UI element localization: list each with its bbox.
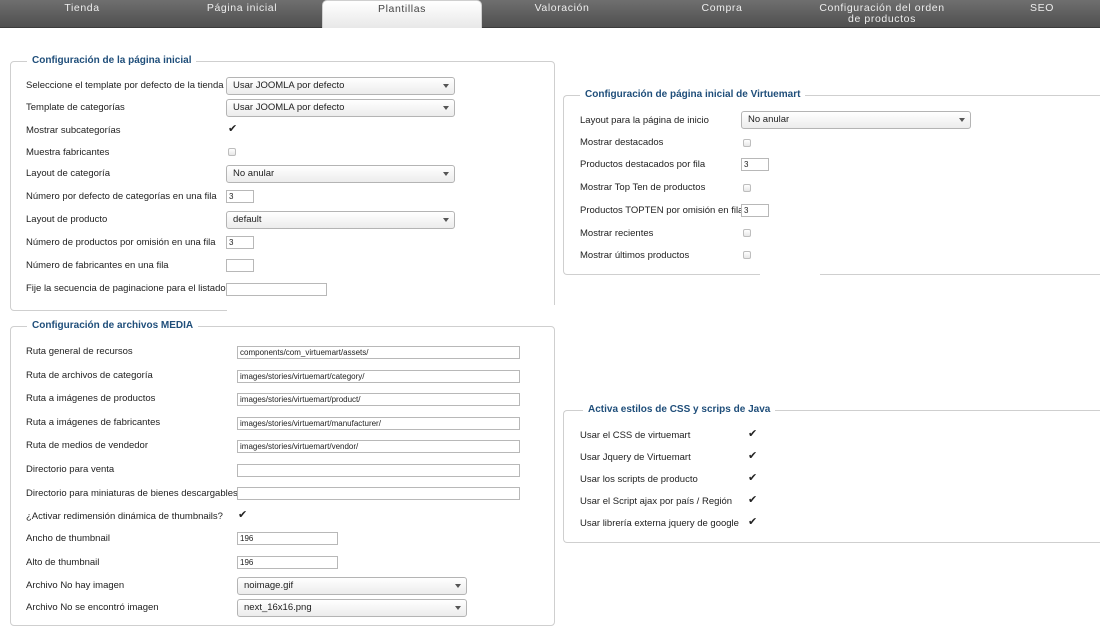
show-subcategories-checkbox[interactable]: ✔ <box>228 123 238 135</box>
label-thumb-width: Ancho de thumbnail <box>26 533 110 544</box>
label-pagination-sequence: Fije la secuencia de paginacione para el… <box>26 283 226 294</box>
legend-virtuemart-home: Configuración de página inicial de Virtu… <box>580 89 806 100</box>
legend-css-js: Activa estilos de CSS y scrips de Java <box>583 404 776 415</box>
use-ajax-country-checkbox[interactable]: ✔ <box>748 494 758 506</box>
label-home-layout: Layout para la página de inicio <box>580 115 709 126</box>
label-category-template: Template de categorías <box>26 102 125 113</box>
use-vm-jquery-checkbox[interactable]: ✔ <box>748 450 758 462</box>
label-categories-per-row: Número por defecto de categorías en una … <box>26 191 217 202</box>
label-product-layout: Layout de producto <box>26 214 108 225</box>
show-featured-checkbox[interactable] <box>743 139 751 147</box>
chevron-down-icon <box>455 606 461 610</box>
show-manufacturers-checkbox[interactable] <box>228 148 236 156</box>
label-show-featured: Mostrar destacados <box>580 137 664 148</box>
tab-bar: Tienda Página inicial Plantillas Valorac… <box>0 0 1100 28</box>
label-topten-per-row: Productos TOPTEN por omisión en fila <box>580 205 744 216</box>
use-product-scripts-checkbox[interactable]: ✔ <box>748 472 758 484</box>
show-topten-checkbox[interactable] <box>743 184 751 192</box>
label-use-google-jquery: Usar librería externa jquery de google <box>580 518 739 529</box>
label-vendor-media-path: Ruta de medios de vendedor <box>26 440 148 451</box>
label-products-per-row: Número de productos por omisión en una f… <box>26 237 216 248</box>
tab-orden-productos[interactable]: Configuración del orden de productos <box>812 0 952 28</box>
check-icon: ✔ <box>748 450 758 462</box>
chevron-down-icon <box>443 106 449 110</box>
category-template-select[interactable]: Usar JOOMLA por defecto <box>226 99 455 117</box>
label-image-not-found-file: Archivo No se encontró imagen <box>26 602 159 613</box>
label-category-layout: Layout de categoría <box>26 168 110 179</box>
legend-front-page: Configuración de la página inicial <box>27 55 197 66</box>
label-category-path: Ruta de archivos de categoría <box>26 370 153 381</box>
label-dynamic-thumb-resize: ¿Activar redimensión dinámica de thumbna… <box>26 511 223 522</box>
thumb-width-input[interactable]: 196 <box>237 532 338 545</box>
tab-pagina-inicial[interactable]: Página inicial <box>190 0 294 28</box>
chevron-down-icon <box>443 172 449 176</box>
manufacturers-per-row-input[interactable] <box>226 259 254 272</box>
legend-media: Configuración de archivos MEDIA <box>27 320 199 331</box>
tab-seo[interactable]: SEO <box>990 0 1094 28</box>
vendor-media-path-input[interactable]: images/stories/virtuemart/vendor/ <box>237 440 520 453</box>
tab-valoracion[interactable]: Valoración <box>510 0 614 28</box>
label-use-vm-jquery: Usar Jquery de Virtuemart <box>580 452 691 463</box>
check-icon: ✔ <box>748 428 758 440</box>
featured-per-row-input[interactable]: 3 <box>741 158 769 171</box>
chevron-down-icon <box>443 84 449 88</box>
manufacturer-images-path-input[interactable]: images/stories/virtuemart/manufacturer/ <box>237 417 520 430</box>
home-layout-select[interactable]: No anular <box>741 111 971 129</box>
product-layout-select[interactable]: default <box>226 211 455 229</box>
sale-directory-input[interactable] <box>237 464 520 477</box>
label-manufacturers-per-row: Número de fabricantes en una fila <box>26 260 169 271</box>
category-layout-select[interactable]: No anular <box>226 165 455 183</box>
default-template-select[interactable]: Usar JOOMLA por defecto <box>226 77 455 95</box>
label-no-image-file: Archivo No hay imagen <box>26 580 125 591</box>
show-recent-checkbox[interactable] <box>743 229 751 237</box>
label-use-ajax-country: Usar el Script ajax por país / Región <box>580 496 733 507</box>
use-vm-css-checkbox[interactable]: ✔ <box>748 428 758 440</box>
label-thumb-height: Alto de thumbnail <box>26 557 100 568</box>
assets-path-input[interactable]: components/com_virtuemart/assets/ <box>237 346 520 359</box>
topten-per-row-input[interactable]: 3 <box>741 204 769 217</box>
dynamic-thumb-resize-checkbox[interactable]: ✔ <box>238 509 248 521</box>
show-latest-checkbox[interactable] <box>743 251 751 259</box>
product-images-path-input[interactable]: images/stories/virtuemart/product/ <box>237 393 520 406</box>
label-show-latest: Mostrar últimos productos <box>580 250 690 261</box>
tab-plantillas[interactable]: Plantillas <box>322 0 482 28</box>
tab-compra[interactable]: Compra <box>670 0 774 28</box>
download-thumbs-directory-input[interactable] <box>237 487 520 500</box>
chevron-down-icon <box>443 218 449 222</box>
tab-tienda[interactable]: Tienda <box>30 0 134 28</box>
image-not-found-file-select[interactable]: next_16x16.png <box>237 599 467 617</box>
label-assets-path: Ruta general de recursos <box>26 346 133 357</box>
check-icon: ✔ <box>748 516 758 528</box>
label-featured-per-row: Productos destacados por fila <box>580 159 706 170</box>
label-default-template: Seleccione el template por defecto de la… <box>26 80 224 91</box>
categories-per-row-input[interactable]: 3 <box>226 190 254 203</box>
label-show-recent: Mostrar recientes <box>580 228 654 239</box>
check-icon: ✔ <box>748 494 758 506</box>
label-show-subcategories: Mostrar subcategorías <box>26 125 121 136</box>
thumb-height-input[interactable]: 196 <box>237 556 338 569</box>
label-show-manufacturers: Muestra fabricantes <box>26 147 110 158</box>
chevron-down-icon <box>455 584 461 588</box>
label-use-product-scripts: Usar los scripts de producto <box>580 474 698 485</box>
label-manufacturer-images-path: Ruta a imágenes de fabricantes <box>26 417 161 428</box>
label-download-thumbs-directory: Directorio para miniaturas de bienes des… <box>26 488 238 499</box>
check-icon: ✔ <box>748 472 758 484</box>
label-sale-directory: Directorio para venta <box>26 464 115 475</box>
label-show-topten: Mostrar Top Ten de productos <box>580 182 706 193</box>
check-icon: ✔ <box>228 123 238 135</box>
chevron-down-icon <box>959 118 965 122</box>
label-use-vm-css: Usar el CSS de virtuemart <box>580 430 691 441</box>
pagination-sequence-input[interactable] <box>226 283 327 296</box>
products-per-row-input[interactable]: 3 <box>226 236 254 249</box>
check-icon: ✔ <box>238 509 248 521</box>
use-google-jquery-checkbox[interactable]: ✔ <box>748 516 758 528</box>
label-product-images-path: Ruta a imágenes de productos <box>26 393 156 404</box>
no-image-file-select[interactable]: noimage.gif <box>237 577 467 595</box>
category-path-input[interactable]: images/stories/virtuemart/category/ <box>237 370 520 383</box>
